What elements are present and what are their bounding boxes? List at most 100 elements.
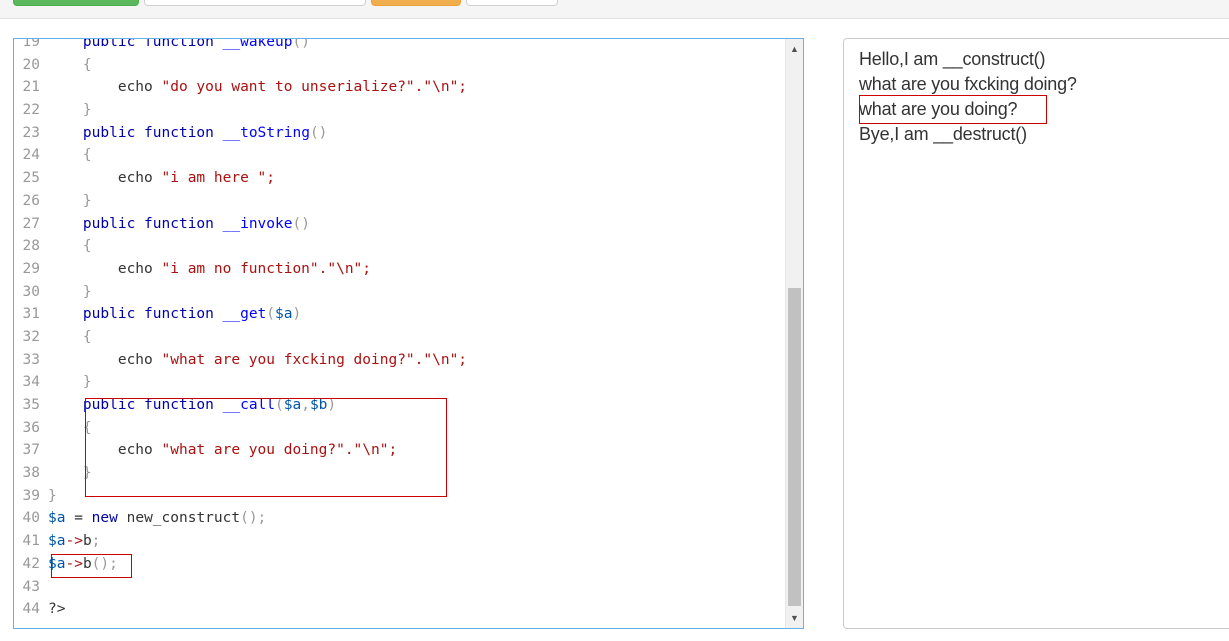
line-number: 43: [22, 578, 40, 595]
code-line: 41 $a->b;: [14, 530, 786, 553]
code-token: "do you want to unserialize?"."\n";: [161, 79, 468, 96]
code-token: (): [309, 124, 328, 141]
code-line: 23 public function __toString(): [14, 122, 786, 145]
code-token: $a: [48, 555, 66, 572]
code-line: 31 public function __get($a): [14, 303, 786, 326]
code-token: __wakeup: [222, 38, 293, 50]
code-token: =: [65, 510, 92, 527]
line-number: 30: [22, 283, 40, 300]
output-line-3: what are you doing?: [859, 99, 1018, 119]
code-token: "i am no function"."\n";: [161, 260, 372, 277]
code-line: 21 echo "do you want to unserialize?"."\…: [14, 76, 786, 99]
code-token: function: [144, 397, 214, 413]
code-line: 35 public function __call($a,$b): [14, 394, 786, 417]
code-token: __get: [222, 306, 267, 323]
code-lines: 19 public function __wakeup() 20 {21 echo…: [14, 38, 786, 621]
line-number: 41: [22, 533, 40, 550]
code-token: }: [82, 283, 92, 300]
code-token: echo: [117, 79, 153, 96]
line-number: 42: [22, 555, 40, 572]
line-number: 24: [22, 147, 40, 164]
code-token: new: [91, 510, 118, 527]
code-token: public: [82, 38, 136, 50]
code-line: 29 echo "i am no function"."\n";: [14, 258, 786, 281]
code-token: echo: [117, 351, 153, 368]
code-token: b: [82, 555, 92, 572]
line-number: 26: [22, 192, 40, 209]
code-token: __invoke: [222, 215, 293, 232]
toolbar-button[interactable]: [466, 0, 558, 6]
code-token: "what are you fxcking doing?"."\n";: [161, 351, 468, 368]
code-token: ();: [91, 555, 118, 572]
code-line: 19 public function __wakeup(): [14, 38, 786, 54]
line-number: 25: [22, 170, 40, 187]
code-token: __call: [222, 397, 276, 413]
code-token: ?>: [48, 601, 66, 618]
code-token: }: [48, 487, 57, 504]
code-token: (): [292, 215, 310, 232]
code-token: {: [82, 419, 92, 436]
code-token: {: [82, 238, 92, 255]
code-line: 42 $a->b();: [14, 553, 786, 576]
code-token: $a: [48, 533, 66, 550]
green-button[interactable]: [13, 0, 139, 6]
output-line-4: Bye,I am __destruct(): [859, 124, 1027, 144]
code-token: function: [144, 124, 214, 141]
output-line-1: Hello,I am __construct(): [859, 49, 1046, 69]
code-line: 22 }: [14, 99, 786, 122]
toolbar-input[interactable]: [144, 0, 366, 6]
code-token: __toString: [222, 124, 310, 141]
orange-button[interactable]: [371, 0, 461, 6]
editor-scrollbar[interactable]: ▲ ▼: [785, 39, 803, 628]
scroll-down-icon[interactable]: ▼: [786, 610, 803, 626]
line-number: 39: [22, 487, 40, 504]
toolbar: [0, 0, 1229, 19]
code-line: 24 {: [14, 144, 786, 167]
code-token: ): [292, 306, 302, 323]
line-number: 32: [22, 328, 40, 345]
code-token: (: [266, 306, 276, 323]
code-line: 34 }: [14, 371, 786, 394]
code-token: ();: [240, 510, 267, 527]
output-line-2: what are you fxcking doing?: [859, 74, 1077, 94]
scroll-thumb[interactable]: [788, 288, 801, 606]
code-token: "i am here ";: [161, 170, 276, 187]
code-token: function: [144, 38, 214, 50]
line-number: 31: [22, 306, 40, 323]
code-line: 39}: [14, 485, 786, 508]
code-token: b: [82, 533, 92, 550]
code-line: 33 echo "what are you fxcking doing?"."\…: [14, 349, 786, 372]
code-line: 44 ?>: [14, 598, 786, 621]
code-editor[interactable]: 19 public function __wakeup() 20 {21 echo…: [13, 38, 804, 629]
code-token: $a: [283, 397, 302, 413]
line-number: 40: [22, 510, 40, 527]
line-number: 27: [22, 215, 40, 232]
line-number: 19: [22, 38, 40, 50]
code-token: ,: [301, 397, 310, 413]
scroll-up-icon[interactable]: ▲: [786, 41, 803, 57]
line-number: 29: [22, 260, 40, 277]
line-number: 35: [22, 397, 40, 413]
